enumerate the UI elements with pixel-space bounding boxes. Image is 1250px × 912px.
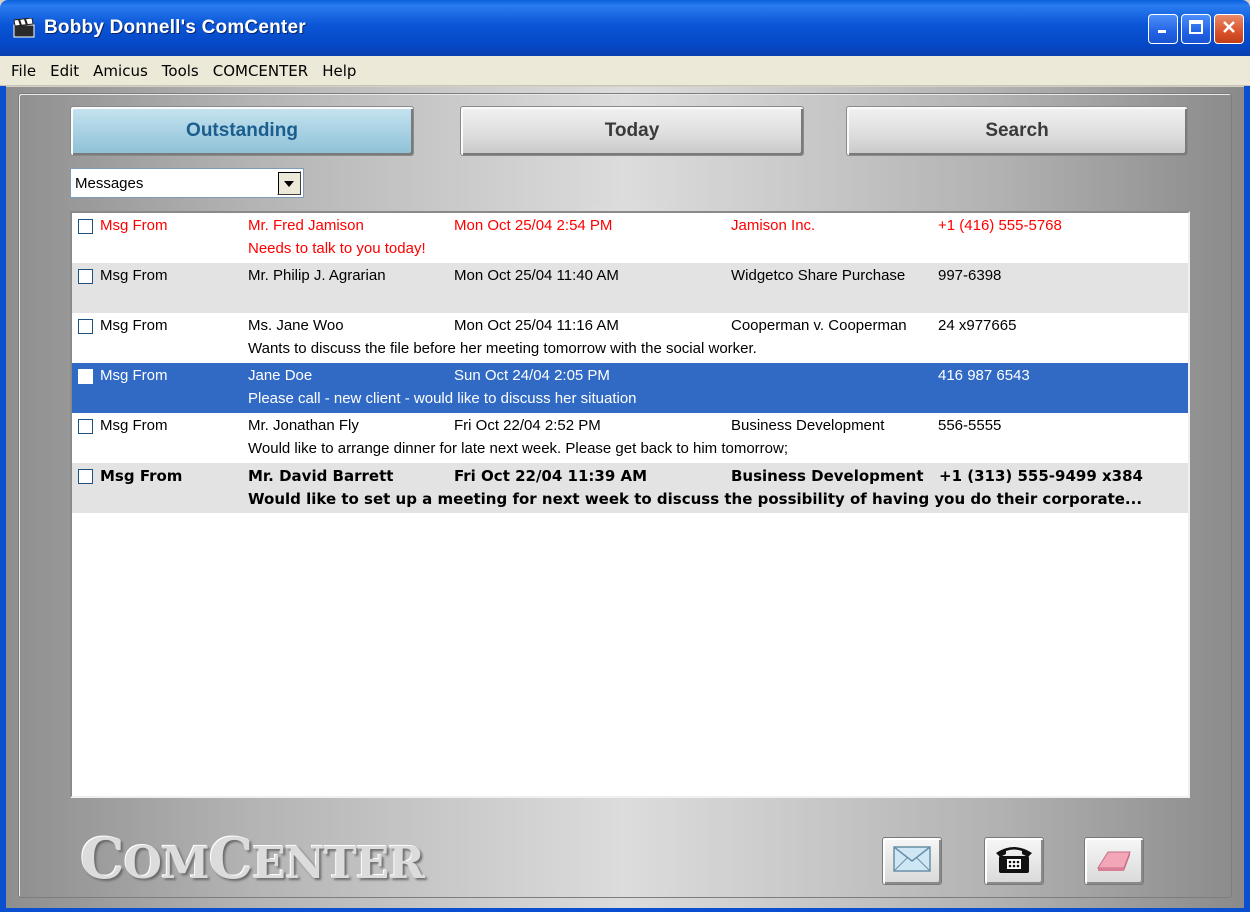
minimize-button[interactable] bbox=[1148, 14, 1178, 44]
tab-outstanding[interactable]: Outstanding bbox=[70, 106, 414, 156]
logo-letter: C bbox=[80, 826, 125, 892]
tab-search[interactable]: Search bbox=[846, 106, 1188, 156]
close-button[interactable] bbox=[1214, 14, 1244, 44]
menu-comcenter[interactable]: COMCENTER bbox=[206, 62, 315, 80]
message-date: Mon Oct 25/04 2:54 PM bbox=[454, 217, 613, 234]
message-type: Msg From bbox=[100, 417, 168, 434]
tab-today[interactable]: Today bbox=[460, 106, 804, 156]
message-checkbox[interactable] bbox=[78, 319, 93, 334]
message-date: Fri Oct 22/04 11:39 AM bbox=[454, 467, 648, 485]
close-icon bbox=[1221, 19, 1237, 40]
message-contact: Mr. Jonathan Fly bbox=[248, 417, 359, 434]
maximize-icon bbox=[1188, 19, 1204, 40]
message-phone: 997-6398 bbox=[938, 267, 1002, 284]
message-type-select[interactable]: Messages bbox=[70, 168, 304, 198]
maximize-button[interactable] bbox=[1181, 14, 1211, 44]
message-note: Would like to arrange dinner for late ne… bbox=[248, 440, 788, 457]
message-contact: Mr. Fred Jamison bbox=[248, 217, 364, 234]
eraser-button[interactable] bbox=[1084, 837, 1144, 885]
message-phone: 416 987 6543 bbox=[938, 367, 1030, 384]
message-row[interactable]: Msg From Mr. Fred Jamison Mon Oct 25/04 … bbox=[72, 213, 1188, 263]
message-contact: Ms. Jane Woo bbox=[248, 317, 344, 334]
menu-file[interactable]: File bbox=[4, 62, 43, 80]
new-email-button[interactable] bbox=[882, 837, 942, 885]
dropdown-arrow-button[interactable] bbox=[277, 171, 301, 195]
title-bar[interactable]: Bobby Donnell's ComCenter bbox=[0, 0, 1250, 56]
telephone-icon bbox=[994, 843, 1034, 880]
message-type: Msg From bbox=[100, 317, 168, 334]
message-date: Sun Oct 24/04 2:05 PM bbox=[454, 367, 610, 384]
message-phone: +1 (416) 555-5768 bbox=[938, 217, 1062, 234]
message-note: Would like to set up a meeting for next … bbox=[248, 490, 1143, 508]
message-row[interactable]: Msg From Mr. Philip J. Agrarian Mon Oct … bbox=[72, 263, 1188, 313]
message-checkbox[interactable] bbox=[78, 219, 93, 234]
message-checkbox[interactable] bbox=[78, 469, 93, 484]
message-type: Msg From bbox=[100, 267, 168, 284]
menu-edit[interactable]: Edit bbox=[43, 62, 86, 80]
message-date: Mon Oct 25/04 11:40 AM bbox=[454, 267, 619, 284]
menu-tools[interactable]: Tools bbox=[155, 62, 206, 80]
window-frame-right bbox=[1244, 86, 1250, 912]
window-frame-bottom bbox=[0, 908, 1250, 912]
message-type: Msg From bbox=[100, 467, 183, 485]
message-phone: 24 x977665 bbox=[938, 317, 1017, 334]
message-matter: Jamison Inc. bbox=[731, 217, 816, 234]
clapperboard-icon bbox=[12, 17, 36, 38]
message-phone: +1 (313) 555-9499 x384 bbox=[939, 467, 1143, 485]
message-note: Please call - new client - would like to… bbox=[248, 390, 637, 407]
message-contact: Mr. David Barrett bbox=[248, 467, 394, 485]
logo-letter: C bbox=[208, 826, 254, 892]
logo-letters: ENTER bbox=[252, 838, 425, 889]
menu-bar: File Edit Amicus Tools COMCENTER Help bbox=[0, 56, 1250, 86]
chevron-down-icon bbox=[284, 174, 294, 192]
message-date: Mon Oct 25/04 11:16 AM bbox=[454, 317, 619, 334]
message-contact: Mr. Philip J. Agrarian bbox=[248, 267, 386, 284]
comcenter-logo: COMCENTER bbox=[80, 826, 425, 892]
message-note: Needs to talk to you today! bbox=[248, 240, 426, 257]
message-checkbox[interactable] bbox=[78, 369, 93, 384]
message-date: Fri Oct 22/04 2:52 PM bbox=[454, 417, 601, 434]
menu-amicus[interactable]: Amicus bbox=[86, 62, 155, 80]
message-matter: Widgetco Share Purchase bbox=[731, 267, 906, 284]
minimize-icon bbox=[1155, 19, 1171, 40]
new-call-button[interactable] bbox=[984, 837, 1044, 885]
message-row-selected[interactable]: Msg From Jane Doe Sun Oct 24/04 2:05 PM … bbox=[72, 363, 1188, 413]
eraser-icon bbox=[1094, 844, 1134, 879]
message-contact: Jane Doe bbox=[248, 367, 313, 384]
message-checkbox[interactable] bbox=[78, 269, 93, 284]
message-row[interactable]: Msg From Ms. Jane Woo Mon Oct 25/04 11:1… bbox=[72, 313, 1188, 363]
menu-help[interactable]: Help bbox=[315, 62, 363, 80]
message-checkbox[interactable] bbox=[78, 419, 93, 434]
message-type: Msg From bbox=[100, 217, 168, 234]
message-type: Msg From bbox=[100, 367, 168, 384]
message-list[interactable]: Msg From Mr. Fred Jamison Mon Oct 25/04 … bbox=[70, 211, 1190, 798]
envelope-icon bbox=[892, 844, 932, 879]
message-type-value: Messages bbox=[75, 175, 144, 192]
message-row-unread[interactable]: Msg From Mr. David Barrett Fri Oct 22/04… bbox=[72, 463, 1188, 513]
message-row[interactable]: Msg From Mr. Jonathan Fly Fri Oct 22/04 … bbox=[72, 413, 1188, 463]
message-matter: Business Development bbox=[731, 467, 924, 485]
message-phone: 556-5555 bbox=[938, 417, 1002, 434]
message-matter: Business Development bbox=[731, 417, 885, 434]
message-matter: Cooperman v. Cooperman bbox=[731, 317, 907, 334]
window-title: Bobby Donnell's ComCenter bbox=[44, 17, 306, 38]
message-note: Wants to discuss the file before her mee… bbox=[248, 340, 757, 357]
logo-letters: OM bbox=[123, 838, 210, 889]
